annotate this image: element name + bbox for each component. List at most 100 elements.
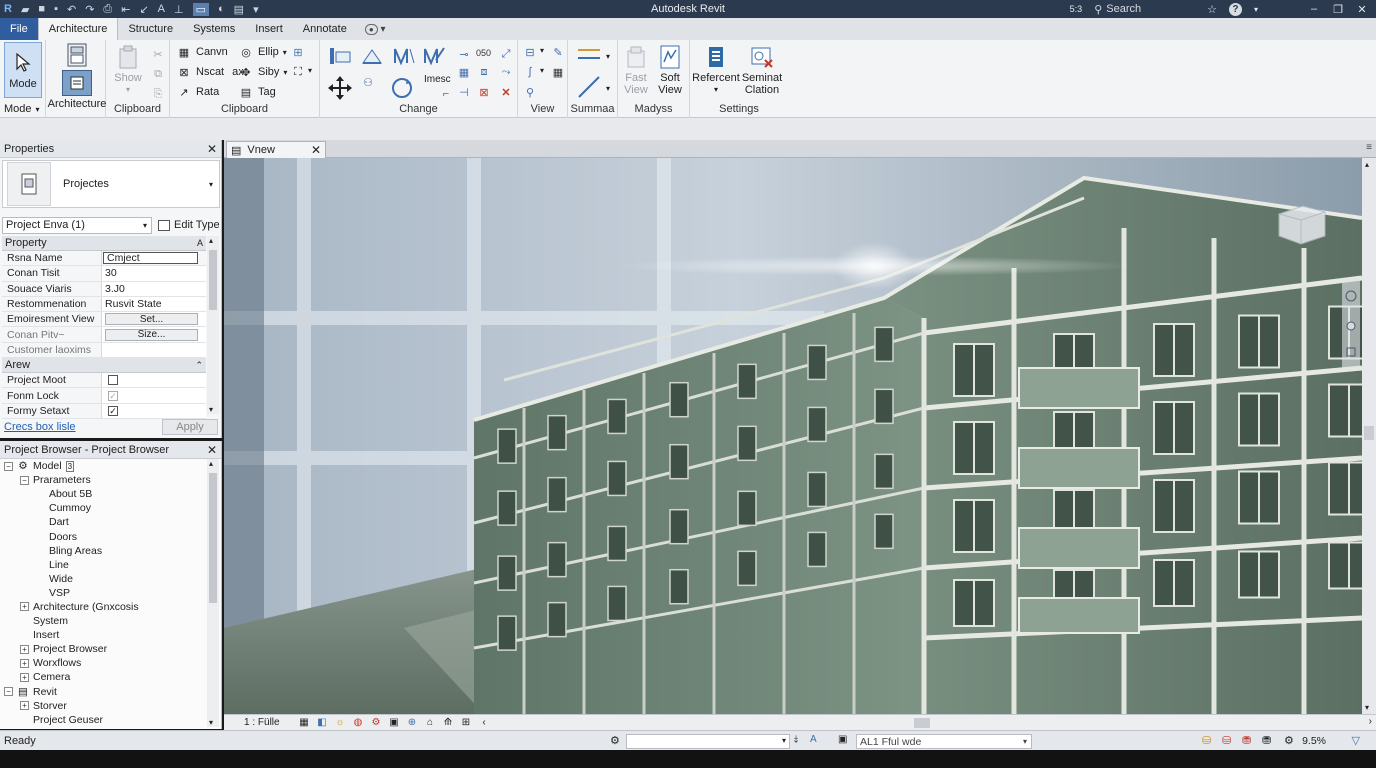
soft-view-button[interactable]: Soft View: [654, 44, 686, 96]
tab-structure[interactable]: Structure: [118, 18, 183, 40]
dimension-dropdown-icon[interactable]: ▾: [606, 52, 610, 61]
split-icon[interactable]: [422, 46, 446, 66]
reveal-hidden-icon[interactable]: ⊞: [458, 717, 474, 729]
paste-button[interactable]: Show ▾: [112, 44, 144, 96]
ribbon-extra-dropdown[interactable]: ● ▾: [357, 18, 394, 40]
grid-view-icon[interactable]: ▦: [550, 64, 566, 80]
browser-node[interactable]: Dart: [0, 515, 206, 529]
scale-icon[interactable]: ⧈: [476, 64, 492, 80]
group-icon[interactable]: ⛶: [290, 64, 306, 80]
browser-node[interactable]: Line: [0, 558, 206, 572]
property-group-header[interactable]: Arew ⌃: [2, 358, 206, 374]
browser-node[interactable]: − ⚙ Model 3: [0, 459, 206, 473]
pin-tool-icon[interactable]: ⤢: [498, 46, 514, 62]
property-value[interactable]: Rusvit State: [102, 296, 206, 312]
expand-icon[interactable]: +: [20, 701, 29, 711]
lock-view-icon[interactable]: ⌂: [422, 717, 438, 729]
mirror-icon[interactable]: [392, 46, 416, 66]
scroll-up-icon[interactable]: ▴: [1365, 160, 1369, 169]
restore-icon[interactable]: ❐: [1332, 3, 1344, 16]
canvn-button[interactable]: ▦ Canvn: [176, 43, 228, 61]
group-dropdown-icon[interactable]: ▾: [308, 66, 312, 75]
sync-icon[interactable]: ▪: [54, 3, 58, 15]
workset-icon[interactable]: ⚙: [610, 734, 620, 747]
shadows-icon[interactable]: ◍: [350, 717, 366, 729]
select-pinned-icon[interactable]: ⛃: [1242, 734, 1251, 747]
navigation-bar[interactable]: [1342, 278, 1360, 368]
collapse-icon[interactable]: −: [4, 461, 13, 471]
move-icon[interactable]: [326, 74, 354, 102]
browser-node[interactable]: − ▤ Revit: [0, 685, 206, 699]
browser-node[interactable]: + Storver: [0, 699, 206, 713]
browser-node[interactable]: System: [0, 614, 206, 628]
fast-view-button[interactable]: Fast View: [620, 44, 652, 96]
dimension-tool-icon[interactable]: [576, 46, 602, 62]
align-tool-icon[interactable]: [328, 46, 352, 66]
browser-scrollbar[interactable]: ▴ ▾: [207, 459, 219, 727]
collapse-icon[interactable]: −: [20, 475, 29, 485]
property-value-input[interactable]: Cmject: [103, 252, 198, 265]
search-box[interactable]: ⚲ Search: [1094, 3, 1141, 16]
editable-only-icon[interactable]: ⤈: [794, 734, 798, 745]
trim-icon[interactable]: ⌐: [438, 86, 454, 102]
scroll-thumb[interactable]: [209, 250, 217, 310]
type-selector[interactable]: Projectes ▾: [2, 160, 220, 208]
scroll-thumb[interactable]: [209, 473, 217, 603]
account-label[interactable]: 5:3: [1070, 4, 1083, 14]
customize-qa-icon[interactable]: ▾: [253, 3, 259, 16]
seminat-button[interactable]: Seminat Clation: [738, 44, 786, 96]
sun-path-icon[interactable]: ☼: [332, 717, 348, 729]
view-tab-close-icon[interactable]: ✕: [311, 143, 321, 157]
instance-filter-select[interactable]: Project Enva (1) ▾: [2, 216, 152, 234]
copy-tool-icon[interactable]: ⚇: [360, 74, 376, 90]
cut-icon[interactable]: ✂: [150, 46, 166, 62]
help-dropdown-icon[interactable]: ▾: [1254, 5, 1258, 14]
unpin-icon[interactable]: ⤳: [498, 64, 514, 80]
expand-icon[interactable]: +: [20, 602, 29, 612]
mode-panel-dropdown[interactable]: Mode ▾: [4, 100, 40, 118]
section-icon[interactable]: ◐: [218, 3, 225, 15]
open-icon[interactable]: ▰: [21, 3, 29, 16]
close-icon[interactable]: ✕: [1356, 3, 1368, 16]
view-dropdown-icon[interactable]: ▾: [540, 46, 544, 55]
align-icon[interactable]: ⊞: [290, 44, 306, 60]
scroll-up-icon[interactable]: ▴: [209, 459, 213, 468]
imesc-label[interactable]: Imesc: [424, 74, 451, 85]
3d-view-icon[interactable]: ▭: [192, 2, 210, 16]
view-cube[interactable]: [1278, 205, 1326, 245]
view-tab[interactable]: ▤ Vnew ✕: [226, 141, 326, 158]
text-icon[interactable]: A: [158, 3, 165, 15]
modify-button[interactable]: Mode: [4, 42, 42, 98]
scroll-right-icon[interactable]: ›: [1369, 716, 1372, 727]
tag-button[interactable]: ▤ Tag: [238, 83, 276, 101]
browser-node[interactable]: Bling Areas: [0, 544, 206, 558]
match-type-icon[interactable]: ⎘: [150, 86, 166, 102]
help-icon[interactable]: ?: [1228, 2, 1242, 16]
filter-icon[interactable]: ▣: [838, 734, 847, 745]
switch-windows-icon[interactable]: ▤: [234, 3, 244, 16]
crop-view-icon[interactable]: ▣: [386, 717, 402, 729]
properties-help-link[interactable]: Crecs box lisle: [4, 421, 76, 433]
zoom-icon[interactable]: ⚲: [522, 84, 538, 100]
delete-box-icon[interactable]: ⊠: [476, 84, 492, 100]
measure-line-icon[interactable]: [576, 74, 602, 100]
view-vertical-scrollbar[interactable]: ▴ ▾: [1362, 158, 1376, 714]
view-tool-icon[interactable]: ⊟: [522, 44, 538, 60]
main-model-select[interactable]: AL1 Fful wde ▾: [856, 734, 1032, 749]
tab-architecture[interactable]: Architecture: [37, 18, 119, 40]
browser-node[interactable]: Doors: [0, 529, 206, 543]
tab-annotate[interactable]: Annotate: [293, 18, 357, 40]
project-browser-close-icon[interactable]: ✕: [207, 443, 217, 457]
tab-file[interactable]: File: [0, 18, 38, 40]
scroll-thumb[interactable]: [914, 718, 930, 728]
scroll-down-icon[interactable]: ▾: [1365, 703, 1369, 712]
referent-button[interactable]: Refercent ▾: [692, 44, 740, 96]
visual-style-icon[interactable]: ◧: [314, 717, 330, 729]
minimize-icon[interactable]: –: [1308, 3, 1320, 15]
collapse-icon[interactable]: −: [4, 687, 13, 697]
tab-systems[interactable]: Systems: [183, 18, 245, 40]
apply-button[interactable]: Apply: [162, 419, 218, 435]
link-icon[interactable]: ⊸: [456, 46, 472, 62]
expand-icon[interactable]: +: [20, 672, 29, 682]
show-crop-icon[interactable]: ⊕: [404, 717, 420, 729]
